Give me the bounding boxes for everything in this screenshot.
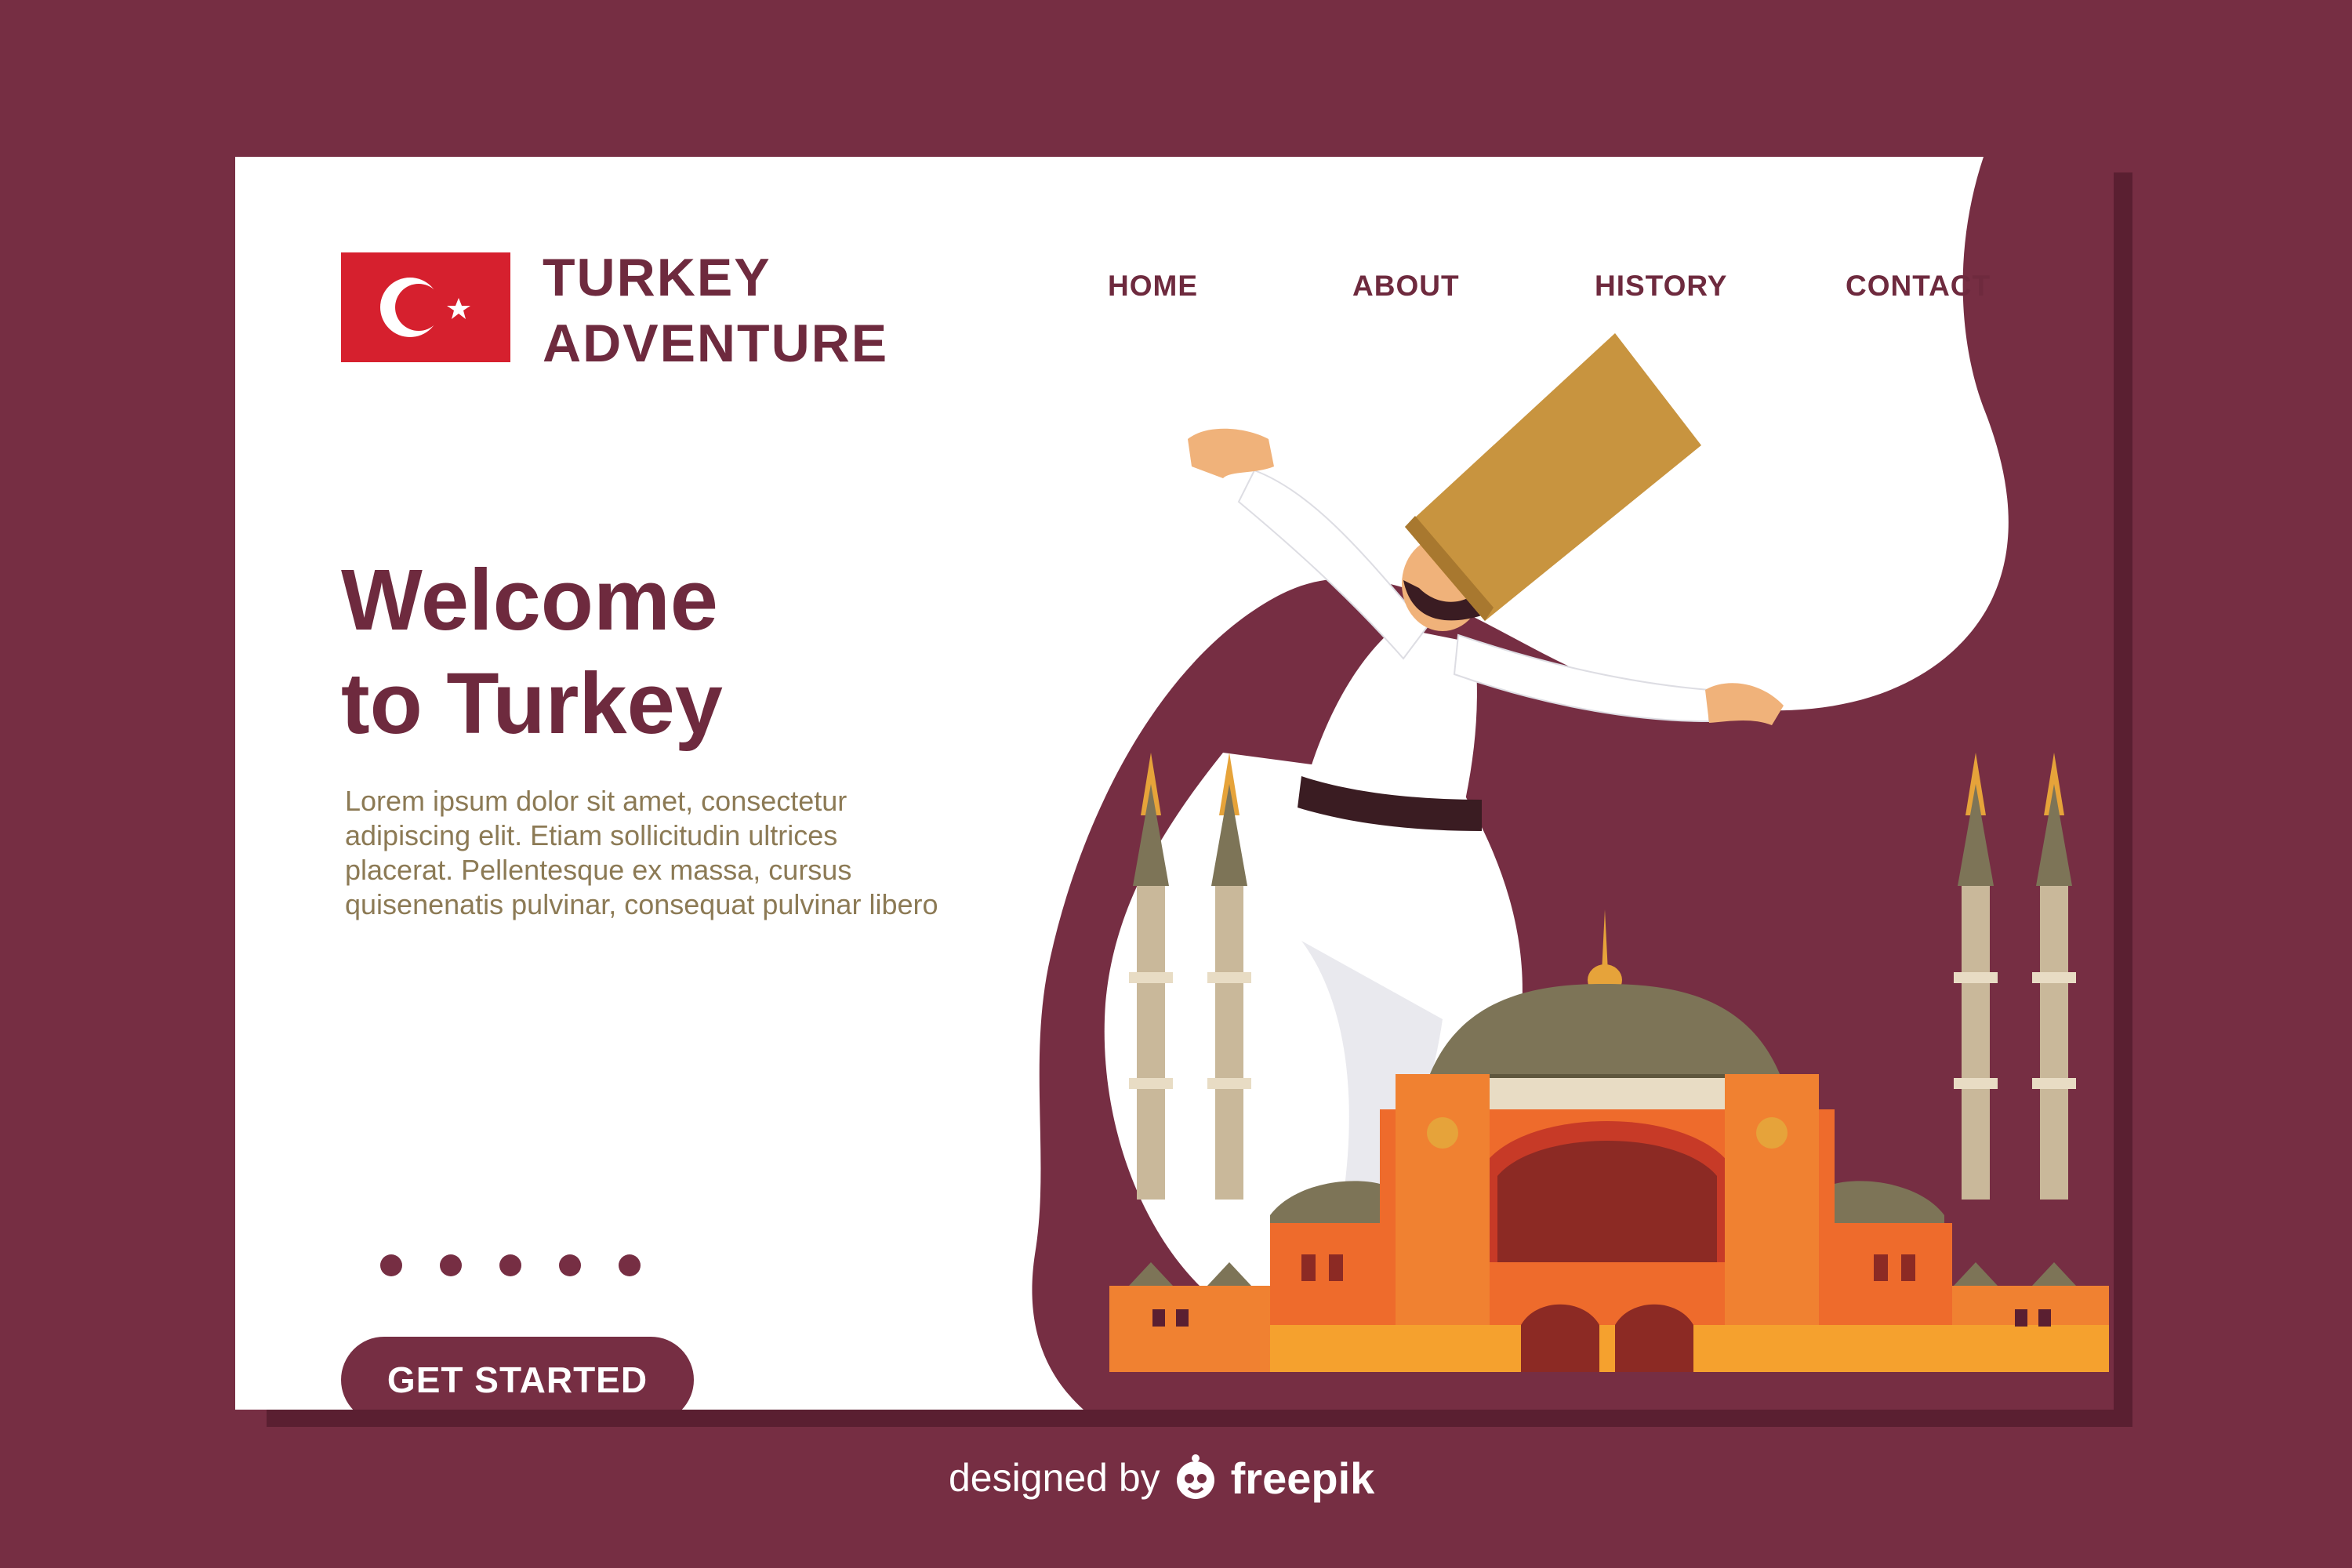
freepik-logo-icon (1176, 1454, 1214, 1499)
hero-illustration (1104, 333, 2109, 1372)
dervish-left-arm (1237, 469, 1428, 660)
minaret (2032, 753, 2076, 1286)
landing-card: TURKEY ADVENTURE HOME ABOUT HISTORY CONT… (235, 157, 2114, 1410)
credit-prefix: designed by (949, 1456, 1160, 1500)
credit-brand: freepik (1230, 1453, 1375, 1503)
designer-credit[interactable]: designed by freepik (949, 1450, 1374, 1505)
dervish-right-arm (1453, 633, 1710, 723)
dervish-left-hand (1188, 428, 1274, 478)
minaret (1954, 753, 1998, 1286)
dervish-right-hand (1705, 683, 1784, 725)
